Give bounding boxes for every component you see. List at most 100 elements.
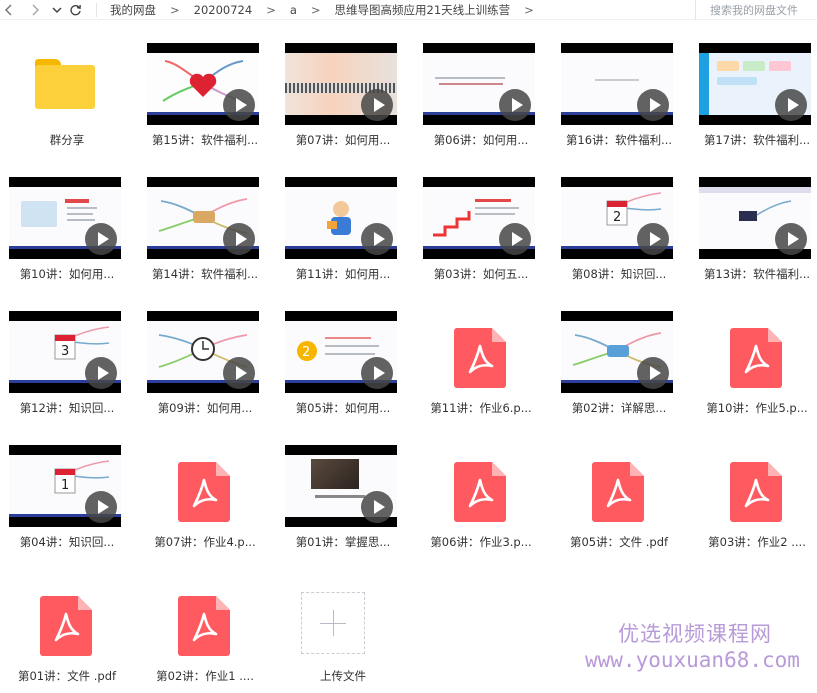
pdf-file-item[interactable]: 第01讲：文件 .pdf [0,566,138,693]
file-name: 第09讲：如何用... [157,401,253,415]
file-name: 第11讲：作业6.p... [430,401,532,415]
play-icon [223,89,255,121]
top-toolbar: 我的网盘 > 20200724 > a > 思维导图高频应用21天线上训练营 >… [0,0,817,20]
breadcrumb-separator: > [310,3,321,17]
video-file-item[interactable]: 第14讲：软件福利... [138,164,276,298]
svg-text:2: 2 [302,345,310,360]
video-thumbnail [285,43,397,125]
pdf-icon [592,462,644,522]
chevron-left-icon[interactable] [0,0,18,20]
pdf-icon [454,462,506,522]
upload-file-button[interactable]: 上传文件 [276,566,414,693]
pdf-icon [40,596,92,656]
breadcrumb-separator: > [266,3,276,17]
video-thumbnail [423,177,535,259]
video-thumbnail [9,177,121,259]
video-thumbnail: 1 [9,445,121,527]
search-placeholder: 搜索我的网盘文件 [710,4,798,17]
play-icon [637,223,669,255]
toolbar-divider [96,3,97,17]
file-name: 第03讲：作业2 .... [708,535,806,549]
file-name: 第13讲：软件福利... [703,267,811,281]
file-name: 第11讲：如何用... [295,267,391,281]
pdf-file-item[interactable]: 第05讲：文件 .pdf [552,432,690,566]
play-icon [361,357,393,389]
play-icon [637,357,669,389]
pdf-icon [178,596,230,656]
file-name: 第05讲：文件 .pdf [569,535,669,549]
video-thumbnail [561,311,673,393]
video-thumbnail [423,43,535,125]
video-thumbnail [561,43,673,125]
play-icon [361,491,393,523]
pdf-file-item[interactable]: 第10讲：作业5.p... [690,298,817,432]
video-thumbnail [285,177,397,259]
breadcrumb-item[interactable]: 思维导图高频应用21天线上训练营 [335,2,511,18]
pdf-file-item[interactable]: 第06讲：作业3.p... [414,432,552,566]
play-icon [499,223,531,255]
play-icon [499,89,531,121]
play-icon [85,491,117,523]
file-name: 第02讲：详解思... [571,401,667,415]
pdf-icon [454,328,506,388]
file-grid: 群分享 第15讲：软件福利... 第07讲：如何用... 第06讲：如何用... 第16… [0,30,817,693]
breadcrumb-item[interactable]: a [290,3,297,17]
video-thumbnail: 2 [561,177,673,259]
breadcrumb-item[interactable]: 20200724 [194,3,253,17]
refresh-icon[interactable] [66,0,84,20]
video-file-item[interactable]: 3 第12讲：知识回... [0,298,138,432]
video-file-item[interactable]: 第16讲：软件福利... [552,30,690,164]
file-name: 群分享 [49,133,85,147]
pdf-icon [730,328,782,388]
video-thumbnail [699,177,811,259]
video-file-item[interactable]: 第02讲：详解思... [552,298,690,432]
video-thumbnail: 2 [285,311,397,393]
video-file-item[interactable]: 第15讲：软件福利... [138,30,276,164]
file-name: 第05讲：如何用... [295,401,391,415]
folder-item[interactable]: 群分享 [0,30,138,164]
file-name: 第07讲：作业4.p... [154,535,256,549]
pdf-file-item[interactable]: 第07讲：作业4.p... [138,432,276,566]
play-icon [85,223,117,255]
video-file-item[interactable]: 2 第05讲：如何用... [276,298,414,432]
pdf-file-item[interactable]: 第03讲：作业2 .... [690,432,817,566]
chevron-down-icon[interactable] [48,0,66,20]
file-name: 第17讲：软件福利... [703,133,811,147]
play-icon [361,223,393,255]
breadcrumb-separator: > [170,3,180,17]
breadcrumb: 我的网盘 > 20200724 > a > 思维导图高频应用21天线上训练营 > [110,0,548,20]
breadcrumb-item[interactable]: 我的网盘 [110,2,156,18]
video-file-item[interactable]: 第01讲：掌握思... [276,432,414,566]
pdf-file-item[interactable]: 第11讲：作业6.p... [414,298,552,432]
play-icon [637,89,669,121]
video-file-item[interactable]: 第13讲：软件福利... [690,164,817,298]
play-icon [223,223,255,255]
file-name: 第04讲：知识回... [19,535,115,549]
pdf-icon [730,462,782,522]
file-name: 第01讲：掌握思... [295,535,391,549]
video-file-item[interactable]: 2 第08讲：知识回... [552,164,690,298]
video-file-item[interactable]: 第03讲：如何五... [414,164,552,298]
video-file-item[interactable]: 第09讲：如何用... [138,298,276,432]
file-name: 第01讲：文件 .pdf [17,669,117,683]
video-file-item[interactable]: 第06讲：如何用... [414,30,552,164]
play-icon [775,89,807,121]
video-file-item[interactable]: 第17讲：软件福利... [690,30,817,164]
file-name: 上传文件 [320,669,366,683]
pdf-file-item[interactable]: 第02讲：作业1 .... [138,566,276,693]
video-thumbnail: 3 [9,311,121,393]
search-input[interactable]: 搜索我的网盘文件 [695,0,817,20]
video-thumbnail [699,43,811,125]
file-name: 第06讲：如何用... [433,133,529,147]
file-name: 第08讲：知识回... [571,267,667,281]
file-name: 第03讲：如何五... [433,267,529,281]
watermark-url: www.youxuan68.com [585,648,800,672]
video-file-item[interactable]: 第07讲：如何用... [276,30,414,164]
chevron-right-icon[interactable] [26,0,44,20]
svg-text:3: 3 [61,344,69,359]
file-name: 第16讲：软件福利... [565,133,673,147]
file-name: 第15讲：软件福利... [151,133,259,147]
video-file-item[interactable]: 1 第04讲：知识回... [0,432,138,566]
video-file-item[interactable]: 第10讲：如何用... [0,164,138,298]
video-file-item[interactable]: 第11讲：如何用... [276,164,414,298]
